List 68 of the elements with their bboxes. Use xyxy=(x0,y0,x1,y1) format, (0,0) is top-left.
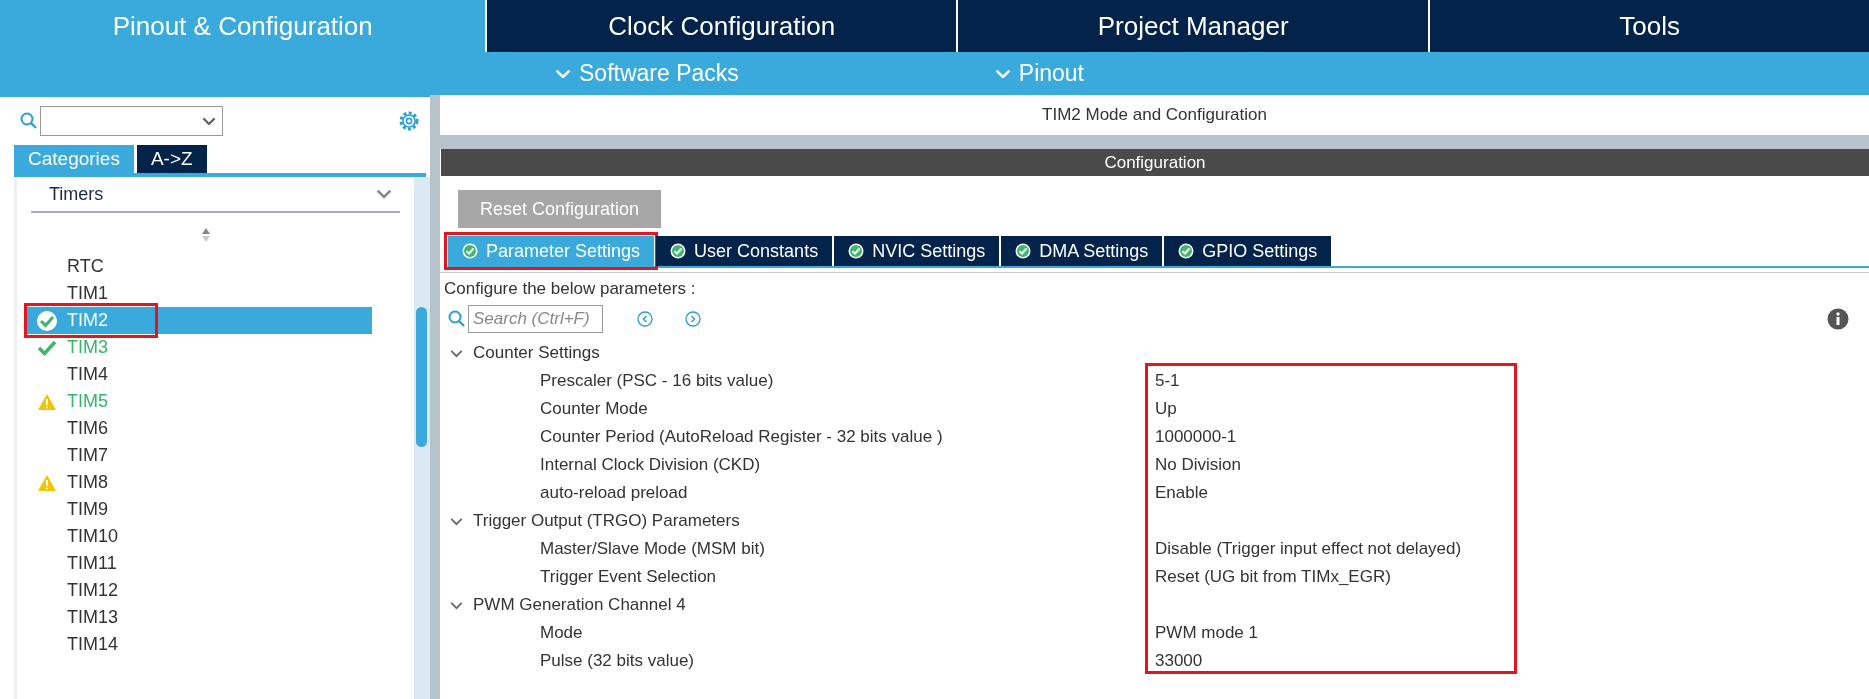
parameter-name: Counter Period (AutoReload Register - 32 bits value ) xyxy=(539,427,944,447)
instruction-text: Configure the below parameters : xyxy=(440,272,1869,299)
caret-icon xyxy=(202,116,216,126)
parameter-name: Master/Slave Mode (MSM bit) xyxy=(539,539,766,559)
timer-item[interactable]: RTC xyxy=(27,253,372,280)
warning-icon xyxy=(37,392,57,411)
parameter-value[interactable]: No Division xyxy=(1155,455,1241,475)
check-circle-icon xyxy=(1178,243,1195,259)
next-icon[interactable] xyxy=(685,311,701,327)
timer-item[interactable]: TIM9 xyxy=(27,496,372,523)
parameter-value[interactable]: 33000 xyxy=(1155,651,1203,671)
parameter-value[interactable]: Enable xyxy=(1155,483,1208,503)
settings-icon[interactable] xyxy=(398,110,420,132)
timer-item[interactable]: TIM4 xyxy=(27,361,372,388)
timer-item[interactable]: TIM7 xyxy=(27,442,372,469)
chevron-down-icon xyxy=(994,68,1011,79)
timer-item[interactable]: TIM14 xyxy=(27,631,372,658)
timer-item[interactable]: TIM11 xyxy=(27,550,372,577)
timer-item[interactable]: TIM13 xyxy=(27,604,372,631)
check-circle-icon xyxy=(670,243,687,259)
previous-icon[interactable] xyxy=(637,311,653,327)
parameter-name: Prescaler (PSC - 16 bits value) xyxy=(539,371,775,391)
warning-icon xyxy=(37,473,57,492)
parameter-name: Internal Clock Division (CKD) xyxy=(539,455,762,475)
parameter-name: Pulse (32 bits value) xyxy=(539,651,696,671)
group-label[interactable]: Counter Settings xyxy=(473,343,600,363)
settings-tab[interactable]: DMA Settings xyxy=(1001,236,1163,266)
parameter-value[interactable]: Up xyxy=(1155,399,1177,419)
scrollbar[interactable] xyxy=(414,177,430,699)
parameter-value[interactable]: 1000000-1 xyxy=(1155,427,1237,447)
parameter-name: Mode xyxy=(539,623,584,643)
check-circle-icon xyxy=(462,243,478,259)
settings-tab[interactable]: NVIC Settings xyxy=(834,236,1000,266)
category-label[interactable]: Timers xyxy=(49,183,104,205)
search-combo[interactable] xyxy=(40,106,223,136)
view-tab[interactable]: A->Z xyxy=(136,145,207,173)
parameter-value[interactable]: Reset (UG bit from TIMx_EGR) xyxy=(1155,567,1391,587)
group-label[interactable]: Trigger Output (TRGO) Parameters xyxy=(473,511,740,531)
chevron-down-icon xyxy=(555,68,571,79)
section-header: Configuration xyxy=(441,149,1869,176)
chevron-down-icon xyxy=(376,189,392,199)
parameter-value[interactable]: 5-1 xyxy=(1155,371,1180,391)
search-icon[interactable] xyxy=(448,310,466,328)
top-tab[interactable]: Project Manager xyxy=(955,0,1429,52)
search-icon[interactable] xyxy=(20,112,38,130)
info-icon[interactable] xyxy=(1827,308,1849,330)
parameter-name: auto-reload preload xyxy=(539,483,689,503)
check-circle-icon xyxy=(848,243,865,259)
parameter-value[interactable]: PWM mode 1 xyxy=(1155,623,1258,643)
top-tab[interactable]: Clock Configuration xyxy=(485,0,956,52)
timer-item[interactable]: TIM10 xyxy=(27,523,372,550)
timer-item[interactable]: TIM12 xyxy=(27,577,372,604)
parameter-name: Trigger Event Selection xyxy=(539,567,718,587)
timer-item[interactable]: TIM8 xyxy=(27,469,372,496)
search-field[interactable]: Search (Ctrl+F) xyxy=(468,305,603,333)
group-label[interactable]: PWM Generation Channel 4 xyxy=(473,595,686,615)
parameter-value[interactable]: Disable (Trigger input effect not delayed) xyxy=(1155,539,1462,559)
parameter-name: Counter Mode xyxy=(539,399,649,419)
top-tab[interactable]: Tools xyxy=(1428,0,1869,52)
check-circle-icon xyxy=(1015,243,1032,259)
sort-icon[interactable] xyxy=(200,227,211,243)
settings-tab[interactable]: User Constants xyxy=(656,236,833,266)
timer-item[interactable]: TIM1 xyxy=(27,280,372,307)
panel-title: TIM2 Mode and Configuration xyxy=(1042,105,1267,125)
timer-item[interactable]: TIM6 xyxy=(27,415,372,442)
check-circle-icon xyxy=(36,309,58,332)
settings-tab[interactable]: GPIO Settings xyxy=(1164,236,1332,266)
check-icon xyxy=(37,339,57,356)
